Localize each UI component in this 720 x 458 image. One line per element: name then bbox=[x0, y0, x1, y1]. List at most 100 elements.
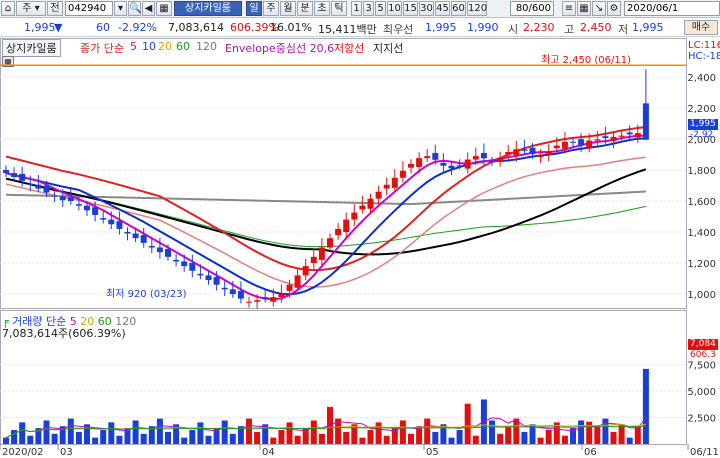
candle-body bbox=[116, 221, 123, 229]
envelope-upper-line bbox=[5, 126, 647, 272]
volume-bar bbox=[11, 430, 18, 444]
period-minute-button[interactable]: 분 bbox=[297, 1, 313, 16]
home-icon[interactable]: ⌂ bbox=[1, 1, 15, 16]
volume-bar bbox=[294, 435, 301, 444]
volume-bar bbox=[432, 431, 439, 444]
interval-30-button[interactable]: 30 bbox=[419, 1, 434, 16]
candle-body bbox=[132, 233, 139, 239]
volume-bar bbox=[197, 422, 204, 444]
candle-body bbox=[278, 294, 285, 298]
interval-120-button[interactable]: 120 bbox=[467, 1, 487, 16]
toolbar: ⌂ 주 ▾ 전 042940 ▾ 🔍 ◀ ▦ 상지카일룸 일 주 월 분 초 틱… bbox=[0, 0, 720, 18]
candle-body bbox=[92, 207, 99, 215]
period-week-button[interactable]: 주 bbox=[263, 1, 279, 16]
volume-bar bbox=[448, 437, 455, 444]
market-select[interactable]: 주 ▾ bbox=[16, 1, 46, 16]
volume-bar bbox=[505, 426, 512, 444]
x-axis-label: 03 bbox=[60, 447, 73, 458]
x-axis: 2020/02 03 04 05 06 06/11 bbox=[0, 444, 719, 458]
best-label: 최우선 bbox=[383, 23, 414, 36]
candle-body bbox=[310, 256, 317, 263]
volume-bar bbox=[229, 433, 236, 444]
settings-icon[interactable]: ⚙ bbox=[607, 1, 621, 16]
high-label: 고 bbox=[564, 23, 575, 36]
candle-body bbox=[197, 273, 204, 276]
candle-body bbox=[221, 287, 228, 290]
candle-body bbox=[448, 165, 455, 169]
volume-bar bbox=[464, 403, 471, 444]
volume-bar bbox=[19, 422, 26, 444]
ma10-line bbox=[5, 137, 646, 296]
candle-body bbox=[19, 173, 26, 181]
candle-body bbox=[140, 235, 147, 243]
interval-15-button[interactable]: 15 bbox=[403, 1, 418, 16]
candle-body bbox=[416, 158, 423, 167]
price-tick-label: 1,800 bbox=[687, 166, 716, 177]
ma60-black-line bbox=[5, 168, 647, 256]
x-axis-label: 04 bbox=[262, 447, 275, 458]
current-price: 1,995 bbox=[24, 21, 56, 34]
candle-body bbox=[424, 156, 431, 159]
candle-body bbox=[286, 284, 293, 291]
volume-bar bbox=[489, 420, 495, 444]
volume-bar bbox=[610, 431, 617, 444]
menu-icon[interactable]: ≡ bbox=[562, 1, 576, 16]
price-panel-frame bbox=[0, 38, 687, 309]
candle-body bbox=[529, 147, 536, 155]
candle-body bbox=[262, 297, 269, 299]
period-tick-button[interactable]: 틱 bbox=[331, 1, 347, 16]
volume-bar bbox=[310, 420, 317, 444]
interval-60-button[interactable]: 60 bbox=[451, 1, 466, 16]
date-input[interactable]: 2020/06/1 bbox=[624, 1, 720, 16]
grid-icon[interactable]: ▦ bbox=[577, 1, 591, 16]
interval-10-button[interactable]: 10 bbox=[387, 1, 402, 16]
count-input[interactable]: 80/600 bbox=[510, 1, 554, 16]
interval-1-button[interactable]: 1 bbox=[351, 1, 362, 16]
candle-body bbox=[327, 238, 333, 248]
candle-body bbox=[456, 165, 463, 167]
interval-45-button[interactable]: 45 bbox=[435, 1, 450, 16]
candle-body bbox=[545, 151, 552, 155]
candle-body bbox=[173, 259, 180, 262]
candle-body bbox=[489, 161, 495, 163]
volume-bar bbox=[318, 433, 325, 444]
interval-5-button[interactable]: 5 bbox=[375, 1, 386, 16]
interval-3-button[interactable]: 3 bbox=[363, 1, 374, 16]
x-axis-label: 06 bbox=[584, 447, 597, 458]
volume-bar bbox=[286, 422, 293, 444]
period-month-button[interactable]: 월 bbox=[280, 1, 296, 16]
candle-body bbox=[237, 290, 244, 299]
candle-body bbox=[108, 219, 115, 225]
candle-body bbox=[553, 145, 560, 149]
volume-bar bbox=[75, 431, 82, 444]
candle-body bbox=[302, 266, 309, 276]
volume-bar bbox=[578, 420, 585, 444]
candle-body bbox=[254, 300, 261, 302]
buy-button[interactable]: 매수 bbox=[684, 20, 718, 35]
volume-tick-label: 2,500 bbox=[687, 414, 716, 425]
candle-body bbox=[181, 261, 188, 267]
speaker-icon[interactable]: ◀ bbox=[142, 1, 155, 16]
trend-icon[interactable]: ↘ bbox=[592, 1, 606, 16]
code-input[interactable]: 042940 bbox=[65, 1, 113, 16]
candle-body bbox=[561, 141, 568, 149]
candle-body bbox=[367, 198, 374, 209]
candle-body bbox=[11, 173, 18, 177]
arrange-icon[interactable]: ▦ bbox=[156, 1, 172, 16]
search-icon[interactable]: 🔍 bbox=[128, 1, 141, 16]
max-price-annotation: 최고 2,450 (06/11) bbox=[541, 55, 632, 66]
candle-body bbox=[27, 183, 34, 185]
quote-bar: 1,995 ▼ 60 -2.92% 7,083,614 606.39% 16.0… bbox=[0, 18, 720, 37]
code-dropdown-icon[interactable]: ▾ bbox=[114, 1, 127, 16]
volume-tick-label: 7,500 bbox=[687, 361, 716, 372]
volume-bar bbox=[205, 435, 212, 444]
ma5-line bbox=[5, 134, 646, 301]
market-label: 주 bbox=[22, 3, 32, 14]
volume-bar bbox=[27, 435, 34, 444]
candle-body bbox=[472, 156, 479, 160]
period-second-button[interactable]: 초 bbox=[314, 1, 330, 16]
prev-button[interactable]: 전 bbox=[47, 1, 63, 16]
volume-pct-tag: 606.3 bbox=[690, 350, 716, 360]
volume-bar bbox=[626, 437, 633, 444]
period-day-button[interactable]: 일 bbox=[246, 1, 262, 16]
